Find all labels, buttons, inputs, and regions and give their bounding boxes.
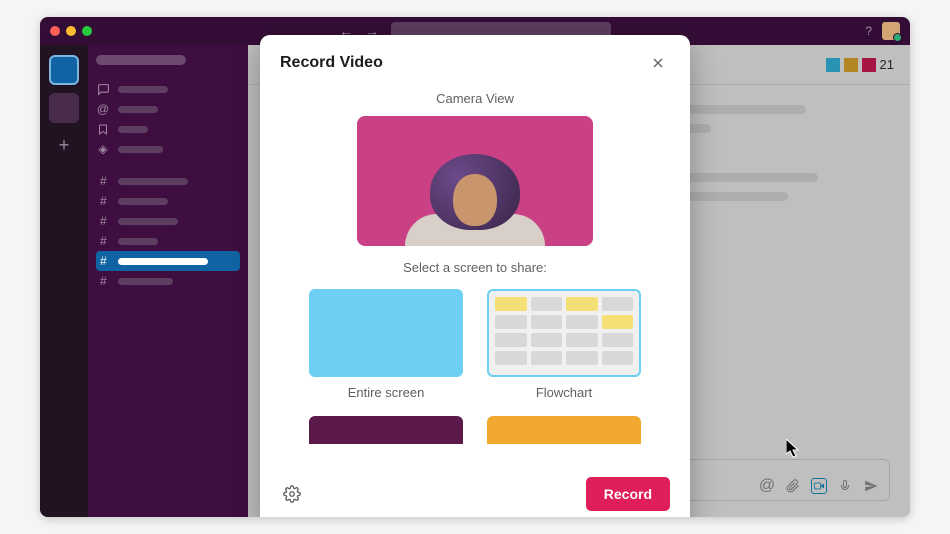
hash-icon: #	[100, 174, 110, 188]
hash-icon: #	[100, 234, 110, 248]
channel-item[interactable]: #	[96, 171, 240, 191]
partial-thumbnail	[487, 416, 641, 444]
channel-sidebar: @ ◈ # # #	[88, 45, 248, 517]
workspace-item-active[interactable]	[49, 55, 79, 85]
gear-icon	[283, 485, 301, 503]
at-icon: @	[96, 102, 110, 116]
screen-option-partial[interactable]	[484, 416, 644, 444]
minimize-window-button[interactable]	[66, 26, 76, 36]
screen-option-partial[interactable]	[306, 416, 466, 444]
channel-item[interactable]: #	[96, 271, 240, 291]
screen-option-label: Flowchart	[484, 385, 644, 400]
screen-select-label: Select a screen to share:	[280, 260, 670, 275]
channel-item[interactable]: #	[96, 231, 240, 251]
channel-item[interactable]: #	[96, 191, 240, 211]
hash-icon: #	[100, 274, 110, 288]
connect-icon: ◈	[96, 142, 110, 156]
maximize-window-button[interactable]	[82, 26, 92, 36]
camera-view-label: Camera View	[280, 91, 670, 106]
screen-option-flowchart[interactable]: Flowchart	[484, 289, 644, 400]
sidebar-item-mentions[interactable]: @	[96, 99, 240, 119]
camera-preview	[357, 116, 593, 246]
hash-icon: #	[100, 194, 110, 208]
partial-thumbnail	[309, 416, 463, 444]
hash-icon: #	[100, 214, 110, 228]
settings-button[interactable]	[280, 482, 304, 506]
app-window: ← → ? + @	[40, 17, 910, 517]
workspace-rail: +	[40, 45, 88, 517]
help-icon[interactable]: ?	[865, 24, 872, 38]
close-button[interactable]	[646, 51, 670, 75]
workspace-item[interactable]	[49, 93, 79, 123]
threads-icon	[96, 82, 110, 96]
modal-header: Record Video	[260, 35, 690, 85]
hash-icon: #	[100, 254, 110, 268]
sidebar-item-connect[interactable]: ◈	[96, 139, 240, 159]
channel-item-active[interactable]: #	[96, 251, 240, 271]
modal-title: Record Video	[280, 54, 383, 72]
person-preview	[395, 146, 555, 246]
screen-option-label: Entire screen	[306, 385, 466, 400]
avatar[interactable]	[882, 22, 900, 40]
flowchart-thumbnail	[487, 289, 641, 377]
sidebar-item-saved[interactable]	[96, 119, 240, 139]
modal-footer: Record	[260, 465, 690, 517]
screen-option-entire[interactable]: Entire screen	[306, 289, 466, 400]
window-controls	[50, 26, 92, 36]
channel-item[interactable]: #	[96, 211, 240, 231]
record-video-modal: Record Video Camera View Select a screen…	[260, 35, 690, 517]
entire-screen-thumbnail	[309, 289, 463, 377]
record-button[interactable]: Record	[586, 477, 670, 511]
sidebar-item-threads[interactable]	[96, 79, 240, 99]
modal-body: Camera View Select a screen to share: En…	[260, 85, 690, 465]
close-window-button[interactable]	[50, 26, 60, 36]
add-workspace-button[interactable]: +	[50, 131, 78, 159]
bookmark-icon	[96, 122, 110, 136]
workspace-name[interactable]	[96, 55, 186, 65]
